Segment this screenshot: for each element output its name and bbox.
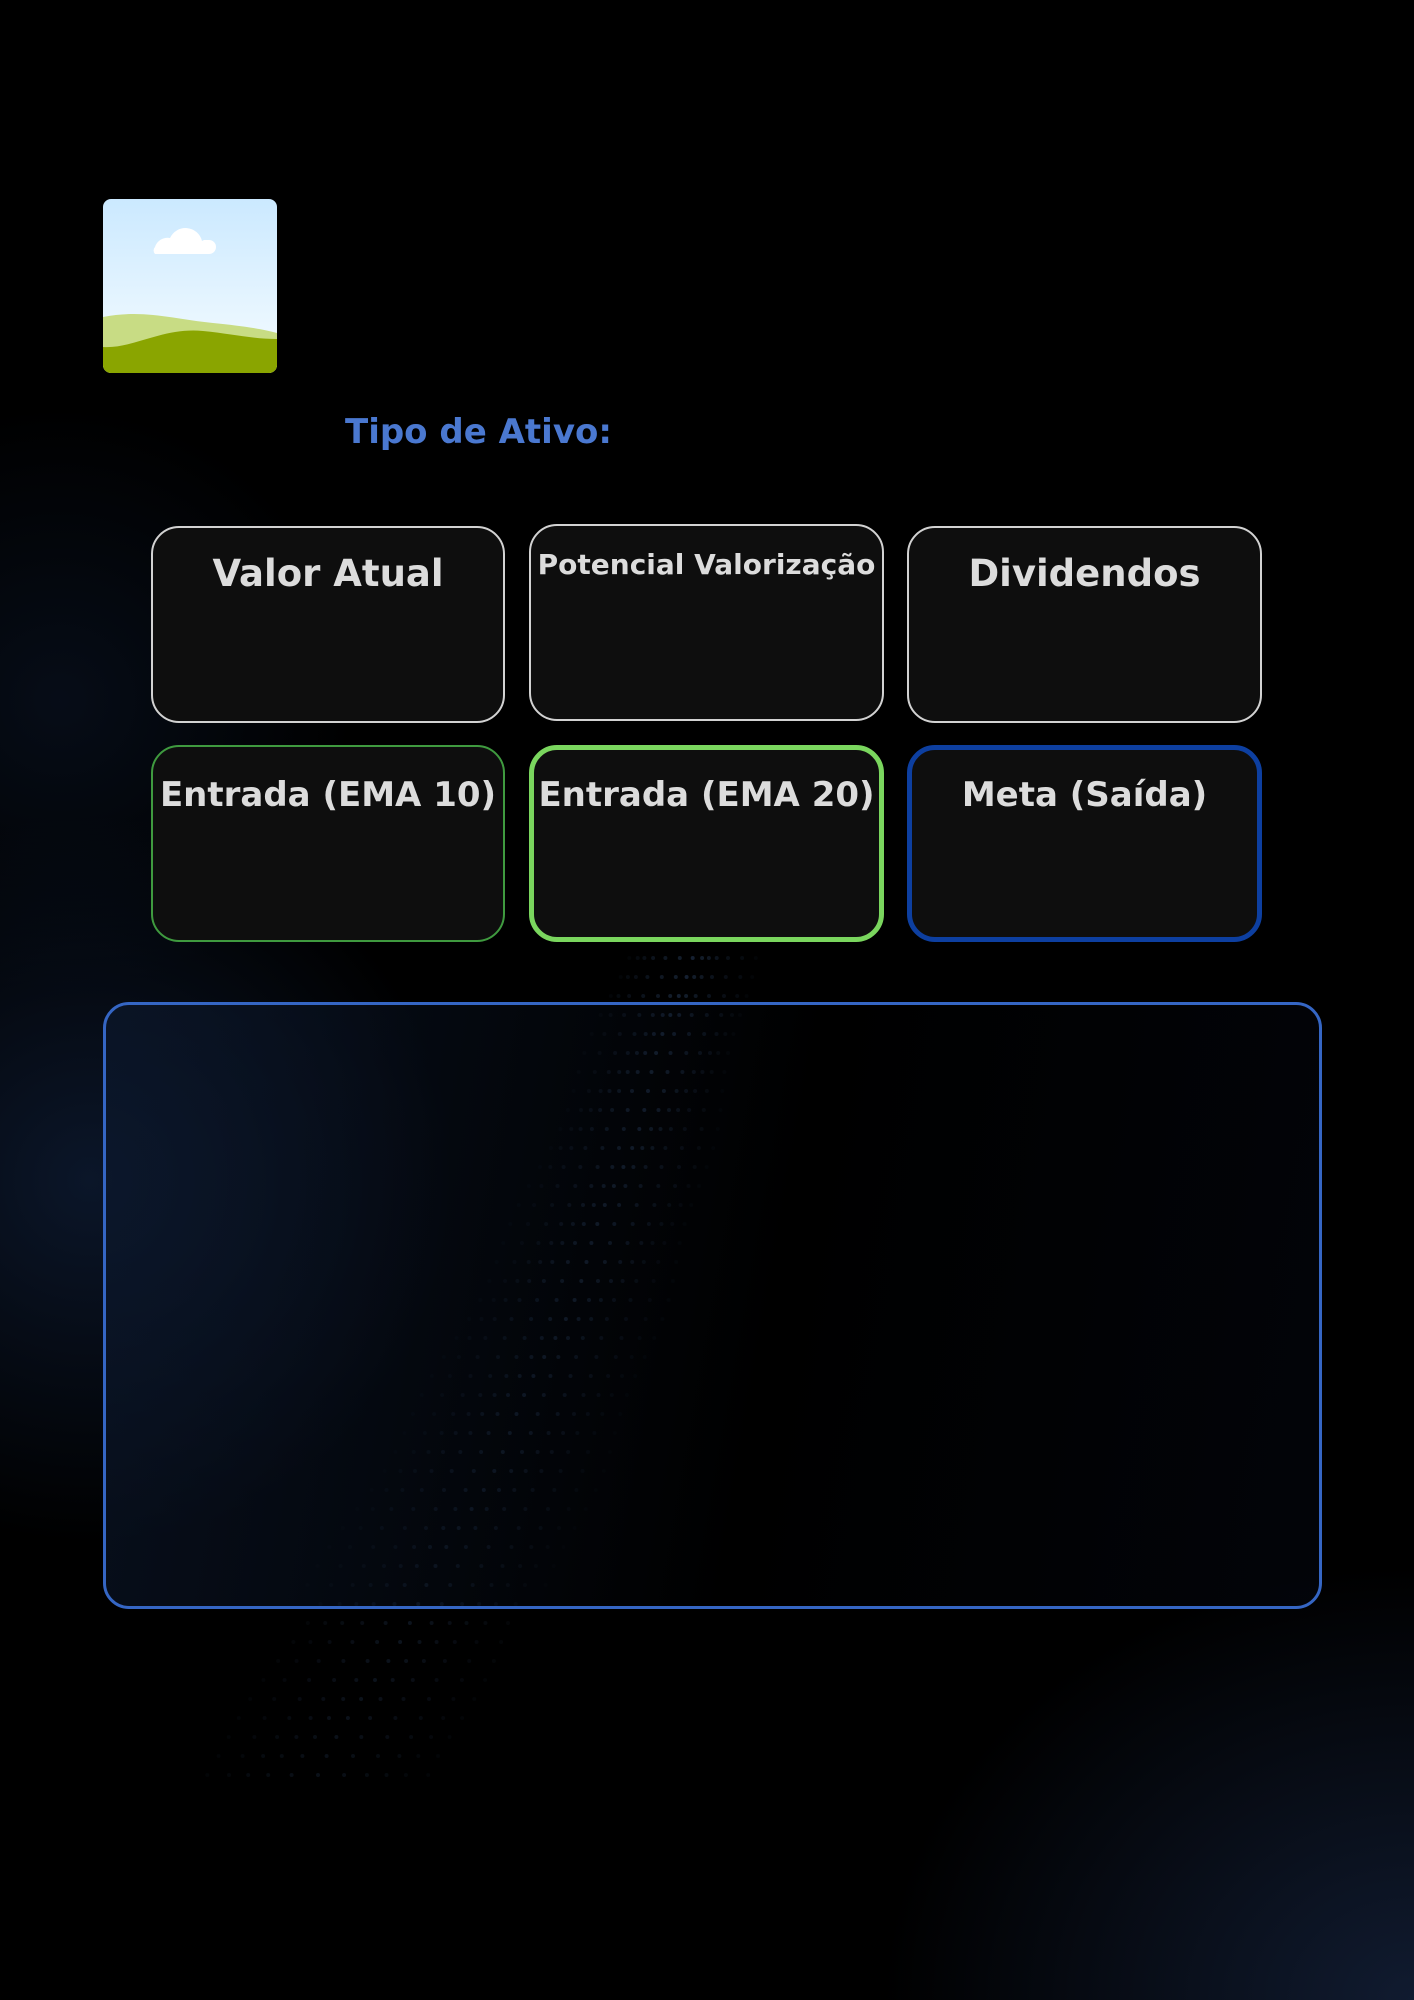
landscape-image-placeholder-icon xyxy=(103,199,277,373)
card-entrada-ema10: Entrada (EMA 10) xyxy=(151,745,505,942)
card-title-meta-saida: Meta (Saída) xyxy=(961,775,1208,815)
card-valor-atual: Valor Atual xyxy=(151,526,505,723)
card-title-dividendos: Dividendos xyxy=(968,552,1201,595)
card-meta-saida: Meta (Saída) xyxy=(907,745,1262,942)
asset-type-label: Tipo de Ativo: xyxy=(345,412,612,452)
card-dividendos: Dividendos xyxy=(907,526,1262,723)
card-title-potencial-valorizacao: Potencial Valorização xyxy=(537,548,876,581)
card-title-entrada-ema10: Entrada (EMA 10) xyxy=(159,775,497,815)
card-title-valor-atual: Valor Atual xyxy=(212,552,444,595)
content-panel xyxy=(103,1002,1322,1609)
card-potencial-valorizacao: Potencial Valorização xyxy=(529,524,884,721)
card-title-entrada-ema20: Entrada (EMA 20) xyxy=(538,775,875,815)
card-entrada-ema20: Entrada (EMA 20) xyxy=(529,745,884,942)
logo-image-placeholder xyxy=(103,199,277,373)
